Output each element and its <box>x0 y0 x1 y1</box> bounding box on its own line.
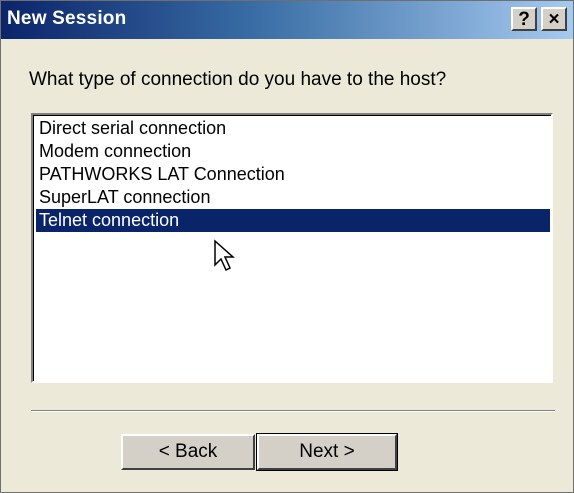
separator-highlight <box>31 411 555 412</box>
next-button[interactable]: Next > <box>256 433 398 471</box>
list-item-pathworks-lat[interactable]: PATHWORKS LAT Connection <box>36 163 550 186</box>
title-bar[interactable]: New Session ? × <box>1 1 573 39</box>
back-button[interactable]: < Back <box>121 434 255 470</box>
list-item-superlat[interactable]: SuperLAT connection <box>36 186 550 209</box>
window-title: New Session <box>7 8 127 29</box>
close-button[interactable]: × <box>541 7 567 31</box>
list-item-direct-serial[interactable]: Direct serial connection <box>36 117 550 140</box>
mouse-pointer-icon <box>214 239 235 272</box>
new-session-dialog: New Session ? × What type of connection … <box>0 0 574 493</box>
connection-type-prompt: What type of connection do you have to t… <box>29 69 447 90</box>
list-item-telnet[interactable]: Telnet connection <box>36 209 550 232</box>
list-item-modem[interactable]: Modem connection <box>36 140 550 163</box>
connection-type-listbox[interactable]: Direct serial connection Modem connectio… <box>31 113 553 383</box>
help-button[interactable]: ? <box>511 7 537 31</box>
